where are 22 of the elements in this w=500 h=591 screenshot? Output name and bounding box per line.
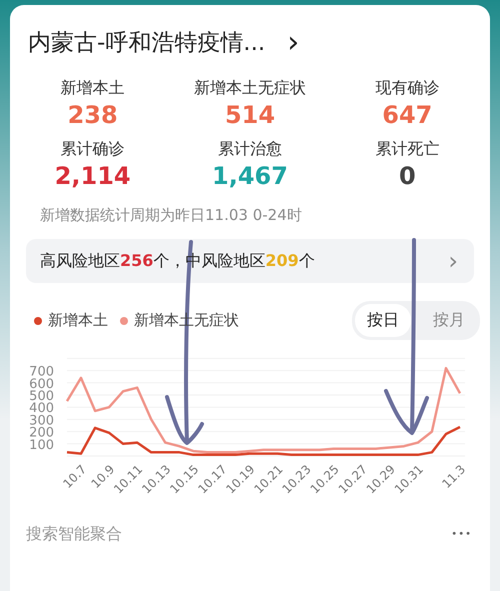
card-title[interactable]: 内蒙古-呼和浩特疫情... — [28, 27, 266, 58]
stat-label: 累计死亡 — [375, 139, 440, 160]
axis-tick-label: 500 — [29, 389, 54, 404]
chevron-icon[interactable]: › — [287, 28, 300, 58]
stat-label: 累计确诊 — [60, 139, 125, 160]
stat-value: 1,467 — [212, 162, 288, 190]
period-tab[interactable]: 按日 — [355, 304, 411, 337]
stat-label: 累计治愈 — [218, 139, 282, 160]
stats-note: 新增数据统计周期为昨日11.03 0-24时 — [40, 206, 303, 225]
stat-label: 新增本土 — [60, 78, 125, 99]
stat-value: 647 — [382, 101, 432, 129]
arrowhead-drawing — [165, 395, 204, 445]
stat-label: 现有确诊 — [375, 78, 440, 99]
footer-text: 搜索智能聚合 — [26, 524, 122, 545]
more-icon[interactable]: ••• — [451, 529, 472, 540]
arrowhead-drawing — [384, 389, 429, 435]
legend-label: 新增本土 — [48, 311, 108, 330]
stat-value: 238 — [68, 101, 118, 129]
stat-value: 0 — [398, 162, 416, 190]
stat-value: 2,114 — [54, 162, 131, 190]
stat-label: 新增本土无症状 — [194, 78, 306, 99]
stat-value: 514 — [224, 101, 276, 129]
